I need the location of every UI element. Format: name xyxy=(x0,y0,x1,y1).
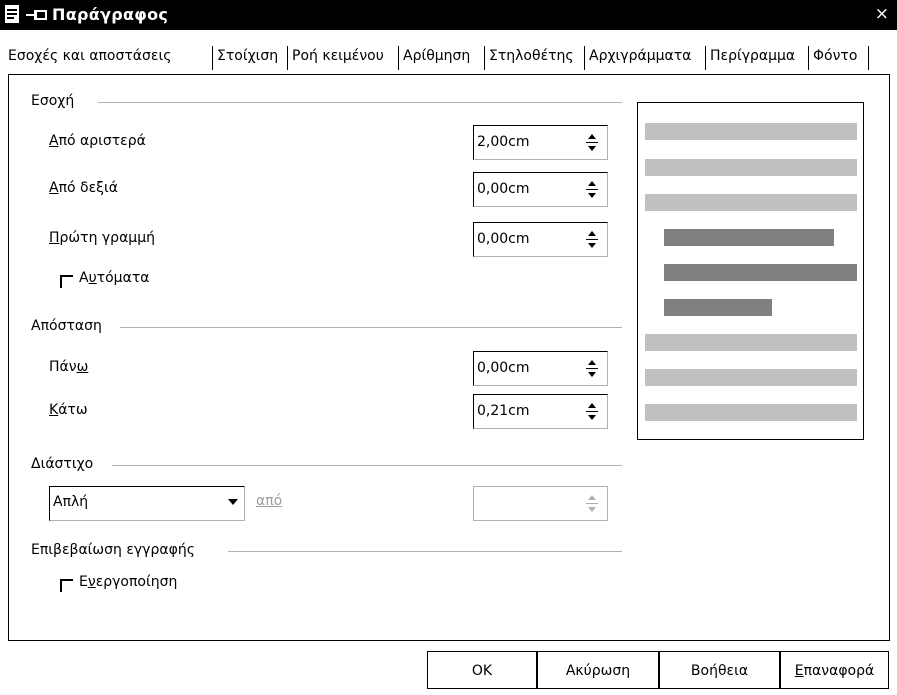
first-line-label: Πρώτη γραμμή xyxy=(49,230,155,246)
line-spacing-of-input[interactable] xyxy=(474,487,572,518)
group-separator xyxy=(228,551,622,552)
below-paragraph-input[interactable] xyxy=(474,395,572,426)
line-spacing-of-spinbox[interactable] xyxy=(473,486,608,521)
spin-arrows-icon xyxy=(586,495,598,512)
of-label: από xyxy=(256,493,283,509)
above-paragraph-label: Πάνω xyxy=(49,359,89,375)
tab-alignment[interactable]: Στοίχιση xyxy=(217,48,278,64)
tab-separator xyxy=(705,46,706,70)
tab-drop-caps[interactable]: Αρχιγράμματα xyxy=(589,48,691,64)
tab-background[interactable]: Φόντο xyxy=(813,48,857,64)
close-icon[interactable]: × xyxy=(875,4,889,24)
preview-current-line xyxy=(664,264,857,281)
above-paragraph-spinbox[interactable] xyxy=(473,351,608,386)
tab-separator xyxy=(212,46,213,70)
preview-line xyxy=(645,159,857,176)
from-left-input[interactable] xyxy=(474,126,572,157)
indents-spacing-panel: Εσοχή Από αριστερά Από δεξιά Πρώτη γραμμ… xyxy=(8,74,889,638)
window-title: Παράγραφος xyxy=(52,5,169,24)
spacing-group-title: Απόσταση xyxy=(31,318,108,334)
from-left-label: Από αριστερά xyxy=(49,133,146,149)
preview-line xyxy=(645,369,857,386)
spin-arrows-icon[interactable] xyxy=(585,358,599,380)
group-separator xyxy=(112,465,622,466)
cancel-button[interactable]: Ακύρωση xyxy=(537,651,659,689)
paragraph-preview xyxy=(637,102,864,440)
below-paragraph-label: Κάτω xyxy=(49,402,88,418)
tab-text-flow[interactable]: Ροή κειμένου xyxy=(292,48,384,64)
above-paragraph-input[interactable] xyxy=(474,352,572,383)
footer-separator xyxy=(8,640,889,641)
spin-arrows-icon[interactable] xyxy=(585,179,599,201)
chevron-down-icon[interactable] xyxy=(228,499,238,505)
line-spacing-value: Απλή xyxy=(53,494,89,510)
preview-line xyxy=(645,334,857,351)
spin-arrows-icon[interactable] xyxy=(585,229,599,251)
pin-icon[interactable] xyxy=(26,8,48,22)
tab-separator xyxy=(398,46,399,70)
tab-borders[interactable]: Περίγραμμα xyxy=(710,48,795,64)
spin-arrows-icon[interactable] xyxy=(585,132,599,154)
from-left-spinbox[interactable] xyxy=(473,125,608,160)
group-separator xyxy=(120,327,622,328)
preview-line xyxy=(645,123,857,140)
first-line-input[interactable] xyxy=(474,223,572,254)
title-bar: Παράγραφος × xyxy=(0,0,897,30)
activate-label[interactable]: Ενεργοποίηση xyxy=(79,574,177,590)
register-true-group-title: Επιβεβαίωση εγγραφής xyxy=(31,542,201,558)
indent-group-title: Εσοχή xyxy=(31,93,81,109)
activate-checkbox[interactable] xyxy=(60,579,73,592)
document-icon xyxy=(5,5,19,23)
from-right-label: Από δεξιά xyxy=(49,180,118,196)
preview-current-line xyxy=(664,229,834,246)
ok-button[interactable]: OK xyxy=(427,651,537,689)
tab-numbering[interactable]: Αρίθμηση xyxy=(403,48,470,64)
tab-separator xyxy=(868,46,869,70)
tab-separator xyxy=(808,46,809,70)
line-spacing-group-title: Διάστιχο xyxy=(31,456,100,472)
preview-current-line xyxy=(664,299,772,316)
help-button[interactable]: Βοήθεια xyxy=(659,651,780,689)
panel-border-right xyxy=(889,74,890,641)
tab-separator xyxy=(484,46,485,70)
preview-line xyxy=(645,194,857,211)
from-right-input[interactable] xyxy=(474,173,572,204)
preview-line xyxy=(645,404,857,421)
group-separator xyxy=(98,102,622,103)
tab-separator xyxy=(584,46,585,70)
tab-tabs[interactable]: Στηλοθέτης xyxy=(489,48,574,64)
line-spacing-select[interactable]: Απλή xyxy=(49,486,245,521)
automatic-checkbox[interactable] xyxy=(60,275,73,288)
reset-button[interactable]: Επαναφορά xyxy=(780,651,889,689)
from-right-spinbox[interactable] xyxy=(473,172,608,207)
tab-bar: Εσοχές και αποστάσεις Στοίχιση Ροή κειμέ… xyxy=(8,34,889,75)
automatic-label[interactable]: Αυτόματα xyxy=(79,270,149,286)
spin-arrows-icon[interactable] xyxy=(585,401,599,423)
below-paragraph-spinbox[interactable] xyxy=(473,394,608,429)
tab-separator xyxy=(287,46,288,70)
first-line-spinbox[interactable] xyxy=(473,222,608,257)
tab-indents-and-spacing[interactable]: Εσοχές και αποστάσεις xyxy=(8,48,171,64)
